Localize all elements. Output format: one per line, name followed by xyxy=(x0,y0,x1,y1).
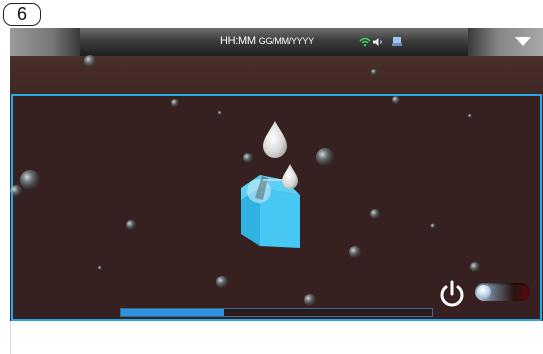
milk-carton-drops-icon xyxy=(241,121,300,248)
toggle-knob[interactable] xyxy=(477,285,491,299)
step-number-badge: 6 xyxy=(3,3,41,26)
bottom-panel xyxy=(10,321,543,354)
progress-bar-fill xyxy=(121,309,224,316)
page: 6 HH:MM GG/MM/YYYY xyxy=(0,0,543,354)
progress-bar xyxy=(120,308,433,317)
power-icon[interactable] xyxy=(438,280,466,308)
background-bubbles xyxy=(10,55,480,306)
power-toggle-switch[interactable] xyxy=(475,283,530,301)
device-screen: HH:MM GG/MM/YYYY xyxy=(10,28,543,321)
